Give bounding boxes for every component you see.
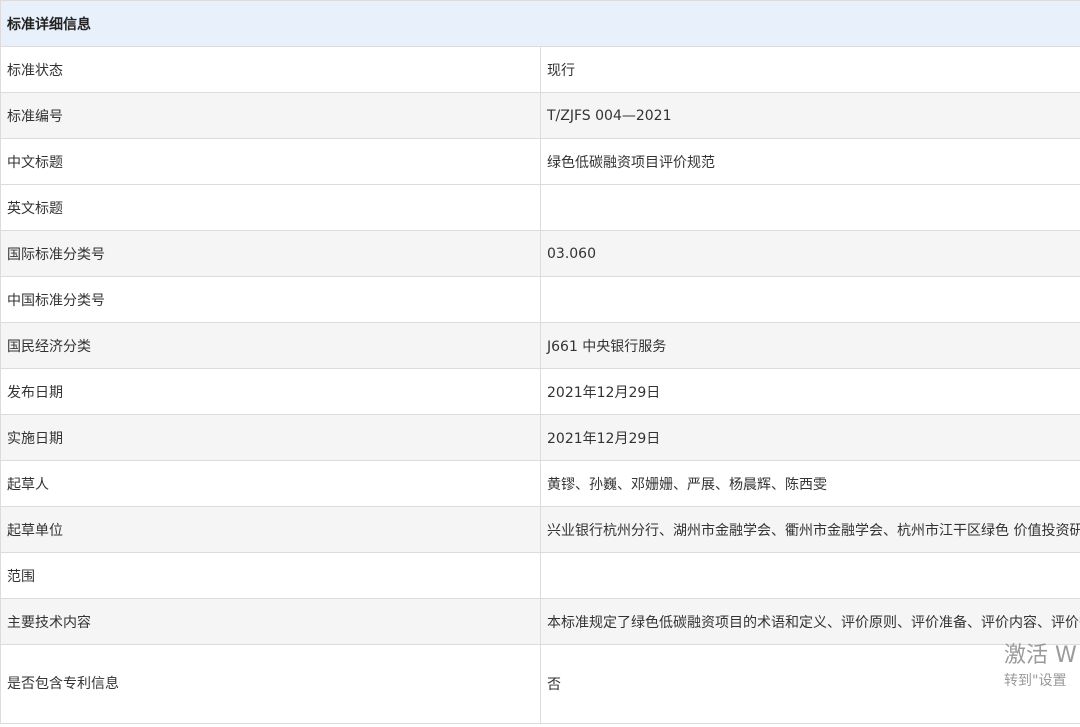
row-label: 实施日期 [0, 414, 541, 461]
row-label: 中文标题 [0, 138, 541, 185]
row-value [540, 276, 1080, 323]
row-value: 兴业银行杭州分行、湖州市金融学会、衢州市金融学会、杭州市江干区绿色 价值投资研究… [540, 506, 1080, 553]
row-label: 英文标题 [0, 184, 541, 231]
row-value: 03.060 [540, 230, 1080, 277]
table-header-row: 标准详细信息 [0, 0, 1080, 47]
row-economic-classification: 国民经济分类 J661 中央银行服务 [0, 322, 1080, 369]
row-patent-info: 是否包含专利信息 否 [0, 644, 1080, 724]
row-ccs-code: 中国标准分类号 [0, 276, 1080, 323]
row-drafters: 起草人 黄镠、孙巍、邓姗姗、严展、杨晨辉、陈西雯 [0, 460, 1080, 507]
row-standard-number: 标准编号 T/ZJFS 004—2021 [0, 92, 1080, 139]
row-chinese-title: 中文标题 绿色低碳融资项目评价规范 [0, 138, 1080, 185]
row-value: 黄镠、孙巍、邓姗姗、严展、杨晨辉、陈西雯 [540, 460, 1080, 507]
row-label: 发布日期 [0, 368, 541, 415]
row-main-technical-content: 主要技术内容 本标准规定了绿色低碳融资项目的术语和定义、评价原则、评价准备、评价… [0, 598, 1080, 645]
row-label: 国民经济分类 [0, 322, 541, 369]
row-label: 主要技术内容 [0, 598, 541, 645]
row-value: 2021年12月29日 [540, 368, 1080, 415]
row-label: 范围 [0, 552, 541, 599]
row-value [540, 552, 1080, 599]
row-status: 标准状态 现行 [0, 46, 1080, 93]
row-value: 绿色低碳融资项目评价规范 [540, 138, 1080, 185]
row-value: 本标准规定了绿色低碳融资项目的术语和定义、评价原则、评价准备、评价内容、评价等级… [540, 598, 1080, 645]
row-label: 是否包含专利信息 [0, 644, 541, 724]
row-label: 起草单位 [0, 506, 541, 553]
standard-detail-table: 标准详细信息 标准状态 现行 标准编号 T/ZJFS 004—2021 中文标题… [0, 0, 1080, 724]
row-value: T/ZJFS 004—2021 [540, 92, 1080, 139]
row-value: 否 [540, 644, 1080, 724]
row-label: 中国标准分类号 [0, 276, 541, 323]
row-label: 国际标准分类号 [0, 230, 541, 277]
row-value: J661 中央银行服务 [540, 322, 1080, 369]
row-scope: 范围 [0, 552, 1080, 599]
row-drafting-units: 起草单位 兴业银行杭州分行、湖州市金融学会、衢州市金融学会、杭州市江干区绿色 价… [0, 506, 1080, 553]
row-label: 起草人 [0, 460, 541, 507]
row-publish-date: 发布日期 2021年12月29日 [0, 368, 1080, 415]
row-value [540, 184, 1080, 231]
table-title: 标准详细信息 [0, 0, 1080, 47]
row-english-title: 英文标题 [0, 184, 1080, 231]
row-implementation-date: 实施日期 2021年12月29日 [0, 414, 1080, 461]
row-value: 2021年12月29日 [540, 414, 1080, 461]
row-value: 现行 [540, 46, 1080, 93]
row-ics-code: 国际标准分类号 03.060 [0, 230, 1080, 277]
row-label: 标准状态 [0, 46, 541, 93]
row-label: 标准编号 [0, 92, 541, 139]
